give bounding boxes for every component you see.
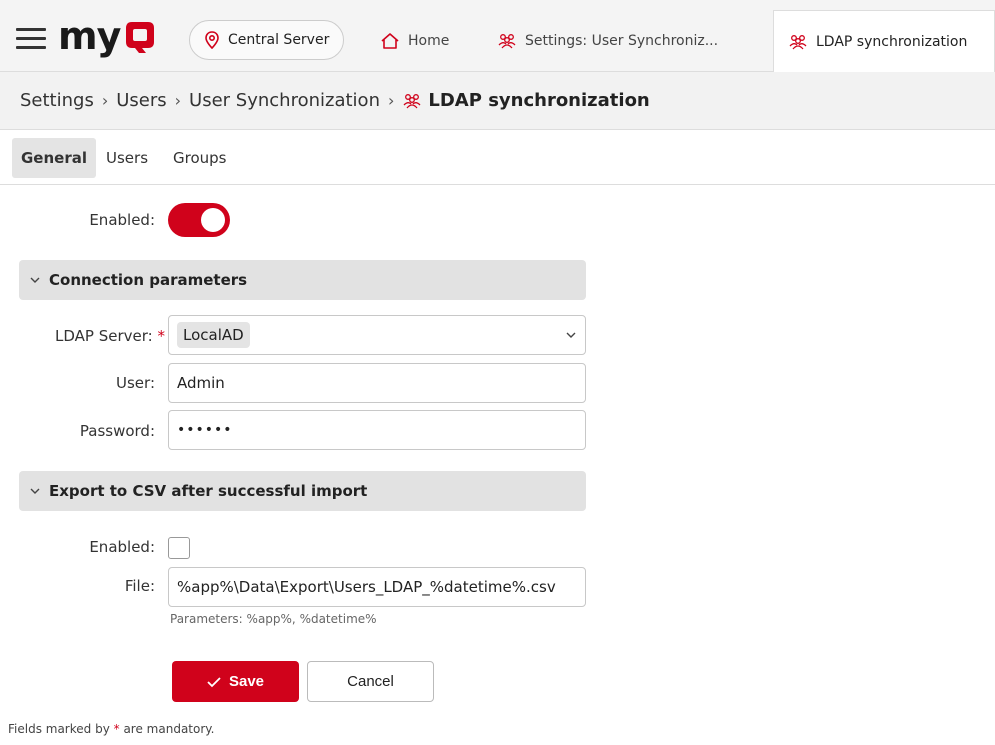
tab-settings-user-sync[interactable]: Settings: User Synchroniz... [497, 10, 718, 72]
subtab-users[interactable]: Users [106, 138, 148, 178]
home-icon [381, 33, 399, 49]
tab-home-label: Home [408, 33, 450, 49]
breadcrumb: Settings › Users › User Synchronization … [0, 72, 995, 130]
password-label: Password: [79, 422, 155, 440]
cancel-button[interactable]: Cancel [307, 661, 434, 702]
myq-logo[interactable]: my [58, 17, 158, 55]
note-suffix: are mandatory. [123, 722, 215, 736]
subtab-general[interactable]: General [12, 138, 96, 178]
required-asterisk: * [157, 327, 166, 345]
breadcrumb-separator: › [101, 91, 109, 110]
tab-settings-label: Settings: User Synchroniz... [525, 33, 719, 49]
mandatory-fields-note: Fields marked by * are mandatory. [8, 722, 214, 736]
note-prefix: Fields marked by [8, 722, 110, 736]
cancel-label: Cancel [347, 673, 394, 690]
file-hint: Parameters: %app%, %datetime% [170, 612, 377, 626]
users-icon [789, 34, 807, 49]
ldap-server-value: LocalAD [177, 322, 250, 348]
chevron-down-icon [30, 488, 40, 494]
server-selector[interactable]: Central Server [189, 20, 345, 60]
save-button[interactable]: Save [172, 661, 299, 702]
export-enabled-label: Enabled: [89, 538, 155, 556]
connection-parameters-title: Connection parameters [49, 271, 248, 289]
subtabs: General Users Groups [0, 131, 995, 185]
password-value: •••••• [177, 422, 233, 438]
breadcrumb-separator: › [174, 91, 182, 110]
chevron-down-icon [566, 332, 576, 338]
ldap-server-label-text: LDAP Server: [55, 327, 153, 345]
breadcrumb-current: LDAP synchronization [402, 90, 650, 111]
export-enabled-checkbox[interactable] [168, 537, 190, 559]
checkmark-icon [207, 676, 221, 687]
tab-ldap-synchronization[interactable]: LDAP synchronization [773, 10, 995, 72]
hamburger-menu-icon[interactable] [16, 28, 46, 50]
breadcrumb-current-label: LDAP synchronization [428, 90, 650, 111]
required-asterisk: * [113, 722, 120, 736]
users-icon [403, 93, 421, 108]
file-field[interactable]: %app%\Data\Export\Users_LDAP_%datetime%.… [168, 567, 586, 607]
users-icon [498, 34, 516, 49]
breadcrumb-separator: › [387, 91, 395, 110]
file-label: File: [124, 577, 155, 595]
subtab-groups[interactable]: Groups [173, 138, 226, 178]
user-field[interactable]: Admin [168, 363, 586, 403]
save-label: Save [228, 673, 265, 690]
ldap-server-select[interactable]: LocalAD [168, 315, 586, 355]
user-label: User: [116, 374, 155, 392]
tab-home[interactable]: Home [380, 10, 449, 72]
breadcrumb-item-user-synchronization[interactable]: User Synchronization [189, 90, 380, 111]
location-pin-icon [205, 31, 219, 49]
logo-q-icon [126, 22, 155, 53]
export-csv-section[interactable]: Export to CSV after successful import [19, 471, 586, 511]
ldap-server-label: LDAP Server: * [10, 327, 165, 345]
file-value: %app%\Data\Export\Users_LDAP_%datetime%.… [177, 578, 556, 596]
user-value: Admin [177, 374, 225, 392]
top-bar: my Central Server Home Settings: User Sy… [0, 0, 995, 72]
server-label: Central Server [228, 32, 330, 48]
connection-parameters-section[interactable]: Connection parameters [19, 260, 586, 300]
tab-ldap-label: LDAP synchronization [816, 33, 968, 50]
toggle-knob [201, 208, 225, 232]
breadcrumb-item-settings[interactable]: Settings [20, 90, 94, 111]
export-csv-title: Export to CSV after successful import [49, 482, 368, 500]
enabled-label: Enabled: [89, 211, 155, 229]
enabled-toggle[interactable] [168, 203, 230, 237]
password-field[interactable]: •••••• [168, 410, 586, 450]
breadcrumb-item-users[interactable]: Users [116, 90, 166, 111]
chevron-down-icon [30, 277, 40, 283]
